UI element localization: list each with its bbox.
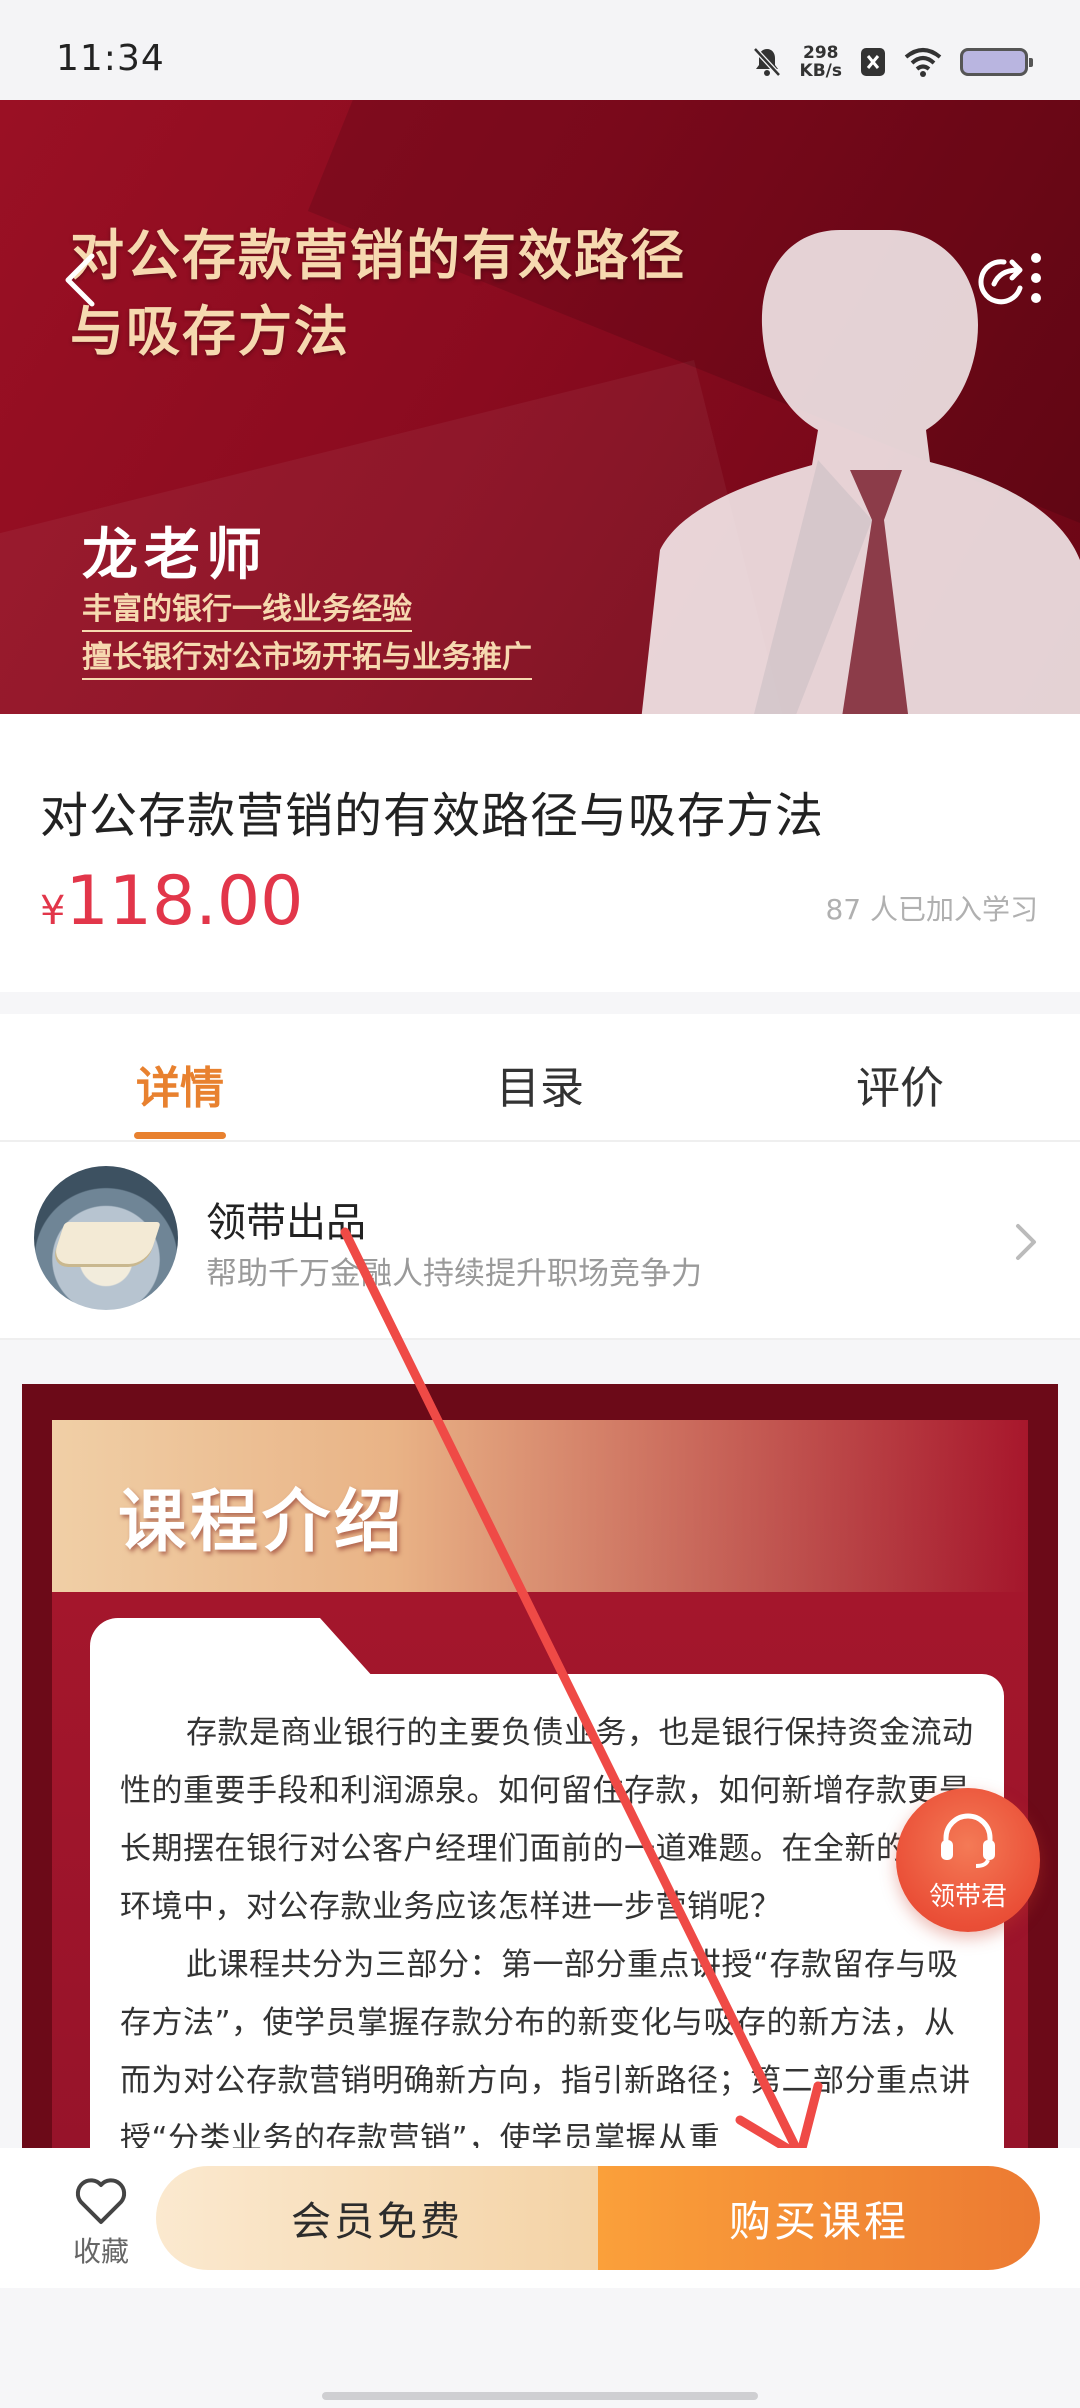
- publisher-avatar: [34, 1166, 178, 1310]
- cover-title: 对公存款营销的有效路径 与吸存方法: [70, 218, 686, 370]
- teacher-name: 龙老师: [82, 523, 268, 588]
- tab-indicator: [134, 1132, 226, 1139]
- intro-heading: 课程介绍: [118, 1483, 407, 1562]
- favorite-label: 收藏: [72, 2235, 129, 2268]
- price-currency: ¥: [40, 888, 66, 934]
- headset-icon: [941, 1813, 995, 1868]
- back-icon[interactable]: [58, 250, 102, 310]
- share-icon[interactable]: [964, 248, 1044, 314]
- publisher-name: 领带出品: [206, 1200, 366, 1246]
- teacher-feature: 擅长银行对公市场开拓与业务推广: [82, 638, 532, 680]
- tab-catalog[interactable]: 目录: [496, 1052, 584, 1116]
- course-info: 对公存款营销的有效路径与吸存方法 ¥118.00 87 人已加入学习: [0, 714, 1080, 992]
- bottom-action-bar: 收藏 会员免费 购买课程: [0, 2148, 1080, 2288]
- net-speed-unit: KB/s: [799, 61, 842, 81]
- publisher-desc: 帮助千万金融人持续提升职场竞争力: [206, 1256, 702, 1292]
- wifi-icon: [904, 48, 942, 77]
- member-free-button[interactable]: 会员免费: [156, 2166, 598, 2270]
- assistant-button[interactable]: 领带君: [896, 1788, 1040, 1932]
- net-speed: 298 KB/s: [800, 44, 842, 80]
- cover-title-line2: 与吸存方法: [70, 300, 350, 363]
- status-time: 11:34: [56, 38, 165, 79]
- price-value: 118.00: [65, 862, 304, 941]
- intro-paragraph: 此课程共分为三部分：第一部分重点讲授“存款留存与吸存方法”，使学员掌握存款分布的…: [120, 1947, 971, 2150]
- heart-icon: [75, 2178, 127, 2224]
- net-speed-value: 298: [803, 43, 839, 63]
- battery-icon: [960, 48, 1033, 76]
- status-bar: 11:34 298 KB/s: [0, 0, 1080, 100]
- cover-title-line1: 对公存款营销的有效路径: [70, 224, 686, 287]
- course-title: 对公存款营销的有效路径与吸存方法: [40, 788, 825, 844]
- tab-detail[interactable]: 详情: [136, 1052, 224, 1116]
- intro-paragraph: 存款是商业银行的主要负债业务，也是银行保持资金流动性的重要手段和利润源泉。如何留…: [120, 1715, 974, 1925]
- course-intro-poster: 课程介绍 存款是商业银行的主要负债业务，也是银行保持资金流动性的重要手段和利润源…: [22, 1384, 1058, 2150]
- assistant-label: 领带君: [928, 1882, 1007, 1912]
- course-cover: 对公存款营销的有效路径 与吸存方法 龙老师 丰富的银行一线业务经验 擅长银行对公…: [0, 100, 1080, 714]
- favorite-button[interactable]: 收藏: [66, 2176, 136, 2270]
- chevron-right-icon: [1016, 1224, 1036, 1260]
- book-image: [51, 1222, 161, 1264]
- detail-tabs: 详情 目录 评价: [0, 1014, 1080, 1142]
- no-sim-icon: [861, 48, 885, 76]
- buy-course-button[interactable]: 购买课程: [598, 2166, 1040, 2270]
- course-price: ¥118.00: [40, 862, 303, 941]
- home-indicator[interactable]: [322, 2392, 758, 2400]
- teacher-feature: 丰富的银行一线业务经验: [82, 590, 412, 632]
- tab-review[interactable]: 评价: [856, 1052, 944, 1116]
- learner-count: 87 人已加入学习: [825, 893, 1038, 926]
- publisher-row[interactable]: 领带出品 帮助千万金融人持续提升职场竞争力: [0, 1142, 1080, 1340]
- bell-off-icon: [752, 47, 781, 77]
- status-icons: 298 KB/s: [752, 42, 1033, 82]
